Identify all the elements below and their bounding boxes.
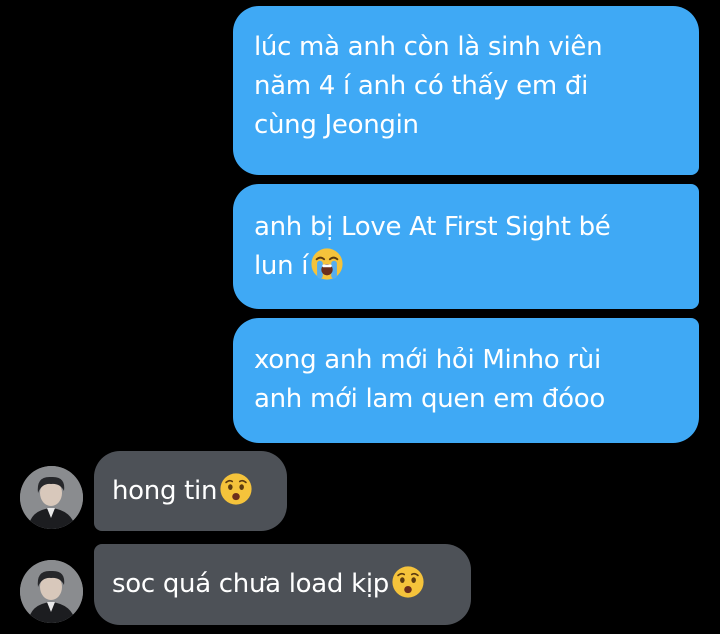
anxious-face-icon <box>220 473 252 505</box>
contact-avatar[interactable] <box>20 560 83 623</box>
contact-avatar[interactable] <box>20 466 83 529</box>
message-text-line: anh bị Love At First Sight bé <box>254 212 611 242</box>
received-message-bubble[interactable]: hong tin <box>94 451 287 531</box>
message-text: soc quá chưa load kịp <box>112 569 389 599</box>
chat-thread: lúc mà anh còn là sinh viên năm 4 í anh … <box>0 0 720 634</box>
message-text-line: xong anh mới hỏi Minho rùi <box>254 345 601 375</box>
message-text-line: soc quá chưa load kịp <box>112 565 455 604</box>
person-icon <box>20 466 83 529</box>
sent-message-bubble[interactable]: anh bị Love At First Sight bé lun í <box>233 184 699 309</box>
sent-message-bubble[interactable]: lúc mà anh còn là sinh viên năm 4 í anh … <box>233 6 699 175</box>
message-text-line: hong tin <box>112 472 271 511</box>
message-text-line: lúc mà anh còn là sinh viên <box>254 32 603 62</box>
person-icon <box>20 560 83 623</box>
message-text: lun í <box>254 251 309 281</box>
received-message-bubble[interactable]: soc quá chưa load kịp <box>94 544 471 625</box>
message-text-line: năm 4 í anh có thấy em đi <box>254 71 588 101</box>
message-text-line: cùng Jeongin <box>254 110 419 140</box>
message-text: hong tin <box>112 476 218 506</box>
anxious-face-icon <box>392 566 424 598</box>
sent-message-bubble[interactable]: xong anh mới hỏi Minho rùi anh mới lam q… <box>233 318 699 443</box>
loudly-crying-face-icon <box>311 248 343 280</box>
message-text-line: lun í <box>254 247 681 286</box>
message-text-line: anh mới lam quen em đóoo <box>254 384 605 414</box>
